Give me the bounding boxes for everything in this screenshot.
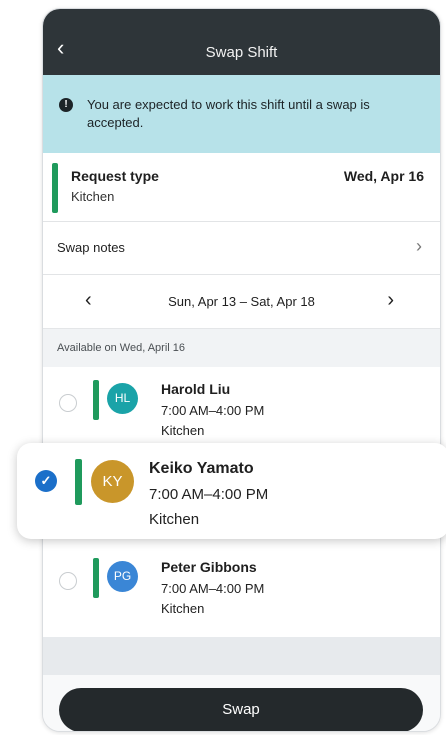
swap-notes-label: Swap notes (57, 240, 125, 255)
employee-shift-time: 7:00 AM–4:00 PM (161, 581, 265, 596)
employee-name: Peter Gibbons (161, 559, 257, 575)
request-date: Wed, Apr 16 (343, 168, 424, 184)
employee-shift-time: 7:00 AM–4:00 PM (149, 486, 269, 503)
header: ‹ Swap Shift (43, 9, 440, 75)
swap-notes-row[interactable]: Swap notes › (43, 222, 440, 275)
info-banner: ! You are expected to work this shift un… (43, 75, 440, 153)
employee-row-harold[interactable]: HL Harold Liu 7:00 AM–4:00 PM Kitchen (43, 367, 440, 445)
employee-department: Kitchen (161, 423, 205, 438)
request-type-row: Request type Kitchen Wed, Apr 16 (43, 153, 440, 222)
available-label: Available on Wed, April 16 (57, 342, 186, 354)
avatar: KY (91, 460, 134, 503)
employee-department: Kitchen (161, 601, 205, 616)
chevron-right-icon: › (416, 236, 422, 256)
avatar: HL (107, 383, 138, 414)
employee-shift-time: 7:00 AM–4:00 PM (161, 403, 265, 418)
green-color-bar (93, 380, 99, 420)
date-range-text: Sun, Apr 13 – Sat, Apr 18 (168, 294, 315, 309)
banner-message: You are expected to work this shift unti… (87, 97, 370, 130)
footer: Swap (43, 675, 440, 731)
avatar: PG (107, 561, 138, 592)
list-spacer (43, 637, 440, 675)
employee-department: Kitchen (149, 511, 200, 528)
checkmark-icon[interactable]: ✓ (35, 470, 57, 492)
green-color-bar (52, 163, 58, 213)
phone-frame: ‹ Swap Shift ! You are expected to work … (42, 8, 441, 732)
swap-button[interactable]: Swap (59, 688, 423, 731)
request-type-label: Request type (71, 168, 159, 184)
employee-name: Harold Liu (161, 381, 231, 397)
select-radio[interactable] (59, 572, 77, 590)
employee-row-keiko-selected[interactable]: ✓ KY Keiko Yamato 7:00 AM–4:00 PM Kitche… (17, 443, 446, 539)
employee-row-peter[interactable]: PG Peter Gibbons 7:00 AM–4:00 PM Kitchen (43, 545, 440, 623)
next-week-icon[interactable]: › (387, 289, 394, 312)
page-title: Swap Shift (205, 44, 278, 61)
green-color-bar (75, 459, 82, 505)
employee-name: Keiko Yamato (149, 460, 254, 477)
date-range-nav: ‹ Sun, Apr 13 – Sat, Apr 18 › (43, 275, 440, 327)
request-type-value: Kitchen (71, 189, 115, 204)
select-radio[interactable] (59, 394, 77, 412)
available-section-header: Available on Wed, April 16 (43, 328, 440, 368)
green-color-bar (93, 558, 99, 598)
info-icon: ! (59, 98, 73, 112)
